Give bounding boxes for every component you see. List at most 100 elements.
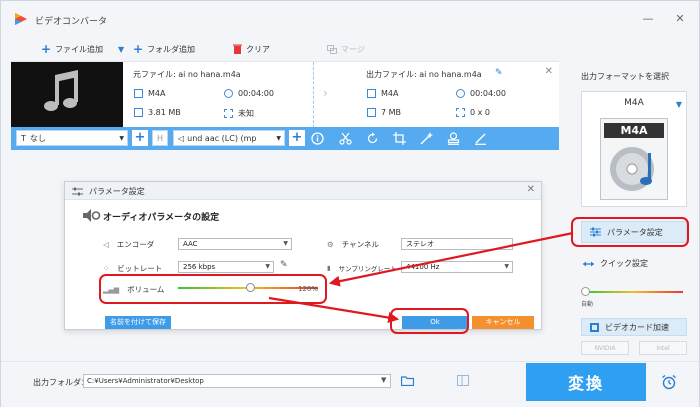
trash-icon [233, 44, 242, 54]
bitrate-icon: ⁘ [103, 264, 110, 273]
source-duration: 00:04:00 [224, 89, 274, 98]
dialog-title-bar: パラメータ設定 ✕ [65, 182, 541, 200]
clear-button[interactable]: クリア [233, 42, 270, 56]
audio-track-select[interactable]: ◁ und aac (LC) (mp ▼ [173, 130, 285, 146]
encoder-row: ◁ エンコーダ [103, 239, 154, 250]
channel-select[interactable]: ステレオ [401, 238, 513, 250]
edit-brush-icon[interactable] [474, 132, 487, 145]
alarm-clock-icon[interactable] [661, 374, 677, 390]
effects-wand-icon[interactable] [420, 132, 433, 145]
quick-quality-handle[interactable] [581, 287, 590, 296]
info-icon[interactable] [311, 132, 324, 145]
annotation-highlight-ok [390, 308, 469, 334]
output-duration: 00:04:00 [456, 89, 506, 98]
file-item-card[interactable]: 元ファイル: ai no hana.m4a 出力ファイル: ai no hana… [11, 61, 559, 128]
add-file-dropdown[interactable]: ▼ [118, 42, 124, 56]
encoder-label: エンコーダ [116, 240, 155, 249]
output-size-value: 7 MB [381, 108, 402, 117]
resolution-icon [456, 108, 465, 117]
merge-icon [327, 44, 337, 54]
chevron-down-icon: ▼ [504, 263, 509, 270]
scissors-icon[interactable] [339, 132, 352, 145]
edit-pencil-icon[interactable]: ✎ [495, 68, 503, 78]
edit-pencil-icon[interactable]: ✎ [280, 260, 288, 270]
add-file-label: ファイル追加 [55, 44, 104, 54]
chevron-down-icon: ▼ [118, 44, 125, 54]
remove-file-icon[interactable]: ✕ [545, 66, 553, 77]
quick-auto-label: 自動 [581, 301, 594, 308]
microphone-icon: ▮ [327, 264, 331, 272]
close-icon[interactable]: ✕ [527, 184, 535, 195]
add-audio-button[interactable]: + [289, 130, 305, 146]
clock-icon [224, 89, 233, 98]
speaker-icon: ◁ [178, 133, 185, 143]
format-badge: M4A [604, 123, 664, 138]
folder-size-icon [367, 108, 376, 117]
file-icon [367, 89, 376, 98]
samplerate-row: ▮ サンプリングレート [327, 263, 397, 273]
gpu-acceleration-label: ビデオカード加速 [605, 322, 669, 332]
format-selector[interactable]: M4A ▼ M4A [581, 91, 687, 207]
bitrate-row: ⁘ ビットレート [103, 263, 162, 274]
quick-quality-slider[interactable] [585, 291, 683, 293]
channel-value: ステレオ [406, 240, 434, 248]
disc-music-icon [610, 147, 654, 191]
music-note-icon [44, 70, 78, 111]
speaker-icon: ◁ [103, 240, 109, 249]
source-format-value: M4A [148, 89, 166, 98]
samplerate-select[interactable]: 44100 Hz ▼ [401, 261, 513, 273]
subtitle-value: なし [29, 133, 46, 143]
merge-button[interactable]: マージ [327, 42, 365, 56]
app-logo-icon [15, 13, 27, 25]
speaker-gear-icon [83, 209, 101, 222]
app-window: ビデオコンバータ — ✕ + ファイル追加 ▼ + フォルダ追加 クリア マージ [0, 0, 700, 407]
add-subtitle-button[interactable]: + [132, 130, 148, 146]
text-t-icon: T [21, 133, 26, 143]
chevron-down-icon: ▼ [675, 100, 682, 109]
watermark-stamp-icon[interactable] [447, 132, 460, 145]
gpu-acceleration-button[interactable]: ビデオカード加速 [581, 318, 687, 336]
quick-settings-button[interactable]: クイック設定 [583, 258, 648, 269]
source-resolution: 未知 [224, 108, 254, 119]
source-resolution-value: 未知 [238, 109, 254, 118]
chevron-down-icon[interactable]: ▼ [381, 376, 386, 384]
output-resolution-value: 0 x 0 [470, 108, 490, 117]
minimize-icon[interactable]: — [641, 12, 655, 26]
encoder-select[interactable]: AAC ▼ [178, 238, 292, 250]
toolbar: + ファイル追加 ▼ + フォルダ追加 クリア マージ [11, 39, 559, 59]
cancel-button[interactable]: キャンセル [472, 316, 534, 329]
dialog-title: パラメータ設定 [89, 187, 145, 196]
output-folder-input[interactable]: C:¥Users¥Administrator¥Desktop [83, 374, 391, 388]
open-folder-icon[interactable] [401, 375, 414, 386]
output-format: M4A [367, 89, 398, 98]
samplerate-value: 44100 Hz [406, 263, 440, 271]
h-icon: H [156, 133, 163, 143]
chevron-down-icon: ▼ [283, 240, 288, 247]
subtitle-settings-button[interactable]: H [152, 130, 168, 146]
source-format: M4A [134, 89, 165, 98]
format-name: M4A [624, 98, 644, 108]
gpu-chip-icon [590, 322, 599, 332]
convert-button[interactable]: 変換 [526, 363, 646, 401]
add-file-button[interactable]: + ファイル追加 [41, 42, 103, 56]
m4a-format-icon: M4A [600, 118, 668, 200]
output-folder-label: 出力フォルダ： [33, 378, 89, 387]
file-icon [134, 89, 143, 98]
merge-label: マージ [341, 44, 365, 54]
crop-icon[interactable] [393, 132, 406, 145]
save-as-button[interactable]: 名前を付けて保存 [105, 316, 171, 329]
output-list-icon[interactable] [457, 375, 469, 386]
plus-icon: + [133, 42, 144, 56]
sliders-icon [72, 187, 83, 196]
close-window-icon[interactable]: ✕ [673, 12, 687, 26]
bitrate-value: 256 kbps [183, 263, 216, 271]
add-folder-button[interactable]: + フォルダ追加 [133, 42, 195, 56]
resolution-icon [224, 109, 233, 118]
output-resolution: 0 x 0 [456, 108, 490, 117]
bottom-bar: 出力フォルダ： C:¥Users¥Administrator¥Desktop ▼… [1, 361, 699, 407]
rotate-icon[interactable] [366, 132, 379, 145]
bitrate-select[interactable]: 256 kbps ▼ [178, 261, 274, 273]
subtitle-select[interactable]: T なし ▼ [16, 130, 128, 146]
chevron-down-icon: ▼ [119, 134, 124, 142]
intel-label: Intel [656, 344, 670, 352]
